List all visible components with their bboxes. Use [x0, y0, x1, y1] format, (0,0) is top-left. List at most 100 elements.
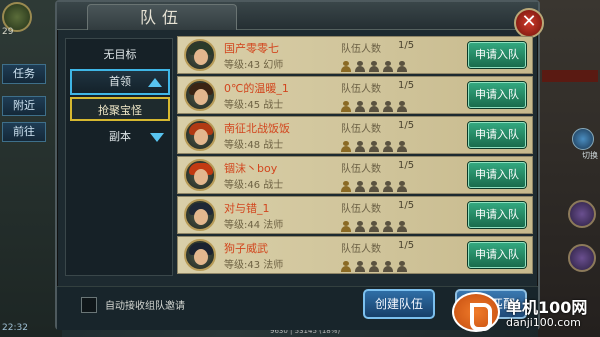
member-slot-icon: [383, 261, 393, 272]
filter-no-target[interactable]: 无目标: [70, 43, 170, 67]
apply-join-button[interactable]: 申请入队: [468, 82, 526, 108]
members-label: 队伍人数: [341, 84, 381, 95]
apply-join-button[interactable]: 申请入队: [468, 242, 526, 268]
member-slot-icon: [355, 181, 365, 192]
clock: 22:32: [2, 323, 28, 333]
switch-label: 切换: [582, 151, 598, 160]
apply-join-button[interactable]: 申请入队: [468, 162, 526, 188]
create-team-button[interactable]: 创建队伍: [363, 289, 435, 319]
member-slot-icon: [341, 261, 351, 272]
leader-level-class: 等级:48 战士: [224, 140, 284, 151]
member-slots: [341, 97, 411, 112]
hud-left-background: [0, 0, 62, 337]
player-level: 29: [2, 27, 14, 37]
leader-name: 对与错_1: [224, 202, 270, 215]
member-slot-icon: [341, 61, 351, 72]
filter-dungeon-label: 副本: [109, 130, 131, 143]
hud-tab-nearby[interactable]: 附近: [2, 96, 46, 116]
members-label: 队伍人数: [341, 44, 381, 55]
leader-level-class: 等级:46 战士: [224, 180, 284, 191]
member-slot-icon: [383, 221, 393, 232]
leader-avatar: [184, 39, 216, 71]
leader-level-class: 等级:43 幻师: [224, 60, 284, 71]
member-slot-icon: [355, 141, 365, 152]
leader-avatar: [184, 79, 216, 111]
team-row: 对与错_1 等级:44 法师 队伍人数 1/5 申请入队: [177, 196, 533, 234]
leader-name: 0℃的温暖_1: [224, 82, 289, 95]
member-slot-icon: [397, 261, 407, 272]
apply-join-button[interactable]: 申请入队: [468, 122, 526, 148]
leader-avatar: [184, 119, 216, 151]
filter-boss-label: 首领: [109, 75, 131, 88]
team-list[interactable]: 国产零零七 等级:43 幻师 队伍人数 1/5 申请入队 0℃的温暖_1 等级:45 战士队…: [177, 32, 537, 278]
member-slot-icon: [355, 221, 365, 232]
auto-accept-label: 自动接收组队邀请: [105, 301, 185, 312]
leader-level-class: 等级:43 法师: [224, 260, 284, 271]
skill-icon[interactable]: [568, 244, 596, 272]
team-row: 锢沫丶boy 等级:46 战士 队伍人数 1/5 申请入队: [177, 156, 533, 194]
hud-tab-task[interactable]: 任务: [2, 64, 46, 84]
target-filter-sidebar: 无目标 首领 抢聚宝怪 副本: [65, 38, 173, 276]
member-slot-icon: [355, 101, 365, 112]
member-slots: [341, 257, 411, 272]
filter-treasure-monster[interactable]: 抢聚宝怪: [70, 97, 170, 121]
members-count: 1/5: [398, 200, 415, 211]
members-label: 队伍人数: [341, 124, 381, 135]
leader-name: 狗子威武: [224, 242, 268, 255]
member-slot-icon: [369, 181, 379, 192]
switch-icon[interactable]: [572, 128, 594, 150]
watermark-logo-icon: [452, 292, 500, 332]
team-row: 南征北战饭饭 等级:48 战士 队伍人数 1/5 申请入队: [177, 116, 533, 154]
leader-avatar: [184, 239, 216, 271]
leader-name: 南征北战饭饭: [224, 122, 290, 135]
members-count: 1/5: [398, 160, 415, 171]
expand-arrow-icon: [150, 133, 164, 142]
member-slots: [341, 137, 411, 152]
team-dialog: 队伍 ✕ 无目标 首领 抢聚宝怪 副本 国产零零七 等级:43 幻师 队伍人数 1/5…: [55, 0, 544, 330]
members-label: 队伍人数: [341, 164, 381, 175]
title-tab: 队伍: [87, 4, 237, 30]
member-slot-icon: [341, 181, 351, 192]
hud-tab-go[interactable]: 前往: [2, 122, 46, 142]
member-slot-icon: [397, 101, 407, 112]
watermark-url: danji100.com: [506, 316, 581, 329]
leader-level-class: 等级:45 战士: [224, 100, 284, 111]
filter-boss[interactable]: 首领: [70, 69, 170, 95]
leader-avatar: [184, 199, 216, 231]
member-slot-icon: [355, 261, 365, 272]
leader-avatar: [184, 159, 216, 191]
members-count: 1/5: [398, 120, 415, 131]
member-slot-icon: [341, 141, 351, 152]
watermark-name: 单机100网: [506, 298, 588, 317]
filter-dungeon[interactable]: 副本: [70, 125, 170, 149]
member-slots: [341, 177, 411, 192]
members-count: 1/5: [398, 80, 415, 91]
hud-red-bar: [542, 70, 598, 82]
member-slot-icon: [369, 261, 379, 272]
members-label: 队伍人数: [341, 244, 381, 255]
member-slot-icon: [369, 141, 379, 152]
member-slot-icon: [369, 101, 379, 112]
member-slot-icon: [369, 61, 379, 72]
member-slots: [341, 57, 411, 72]
member-slot-icon: [369, 221, 379, 232]
member-slot-icon: [397, 181, 407, 192]
leader-level-class: 等级:44 法师: [224, 220, 284, 231]
member-slot-icon: [355, 61, 365, 72]
member-slot-icon: [341, 221, 351, 232]
skill-icon[interactable]: [568, 200, 596, 228]
dialog-titlebar: 队伍: [57, 2, 538, 30]
hud-right-background: [538, 0, 600, 337]
member-slot-icon: [383, 181, 393, 192]
member-slot-icon: [397, 221, 407, 232]
member-slot-icon: [341, 101, 351, 112]
auto-accept-checkbox[interactable]: [81, 297, 97, 313]
members-count: 1/5: [398, 240, 415, 251]
members-label: 队伍人数: [341, 204, 381, 215]
game-scene: 29 任务 附近 前往 22:32 9630 | 53145 (18%) 切换 …: [0, 0, 600, 337]
team-row: 0℃的温暖_1 等级:45 战士 队伍人数 1/5 申请入队: [177, 76, 533, 114]
apply-join-button[interactable]: 申请入队: [468, 42, 526, 68]
collapse-arrow-icon: [148, 78, 162, 87]
apply-join-button[interactable]: 申请入队: [468, 202, 526, 228]
leader-name: 锢沫丶boy: [224, 162, 278, 175]
